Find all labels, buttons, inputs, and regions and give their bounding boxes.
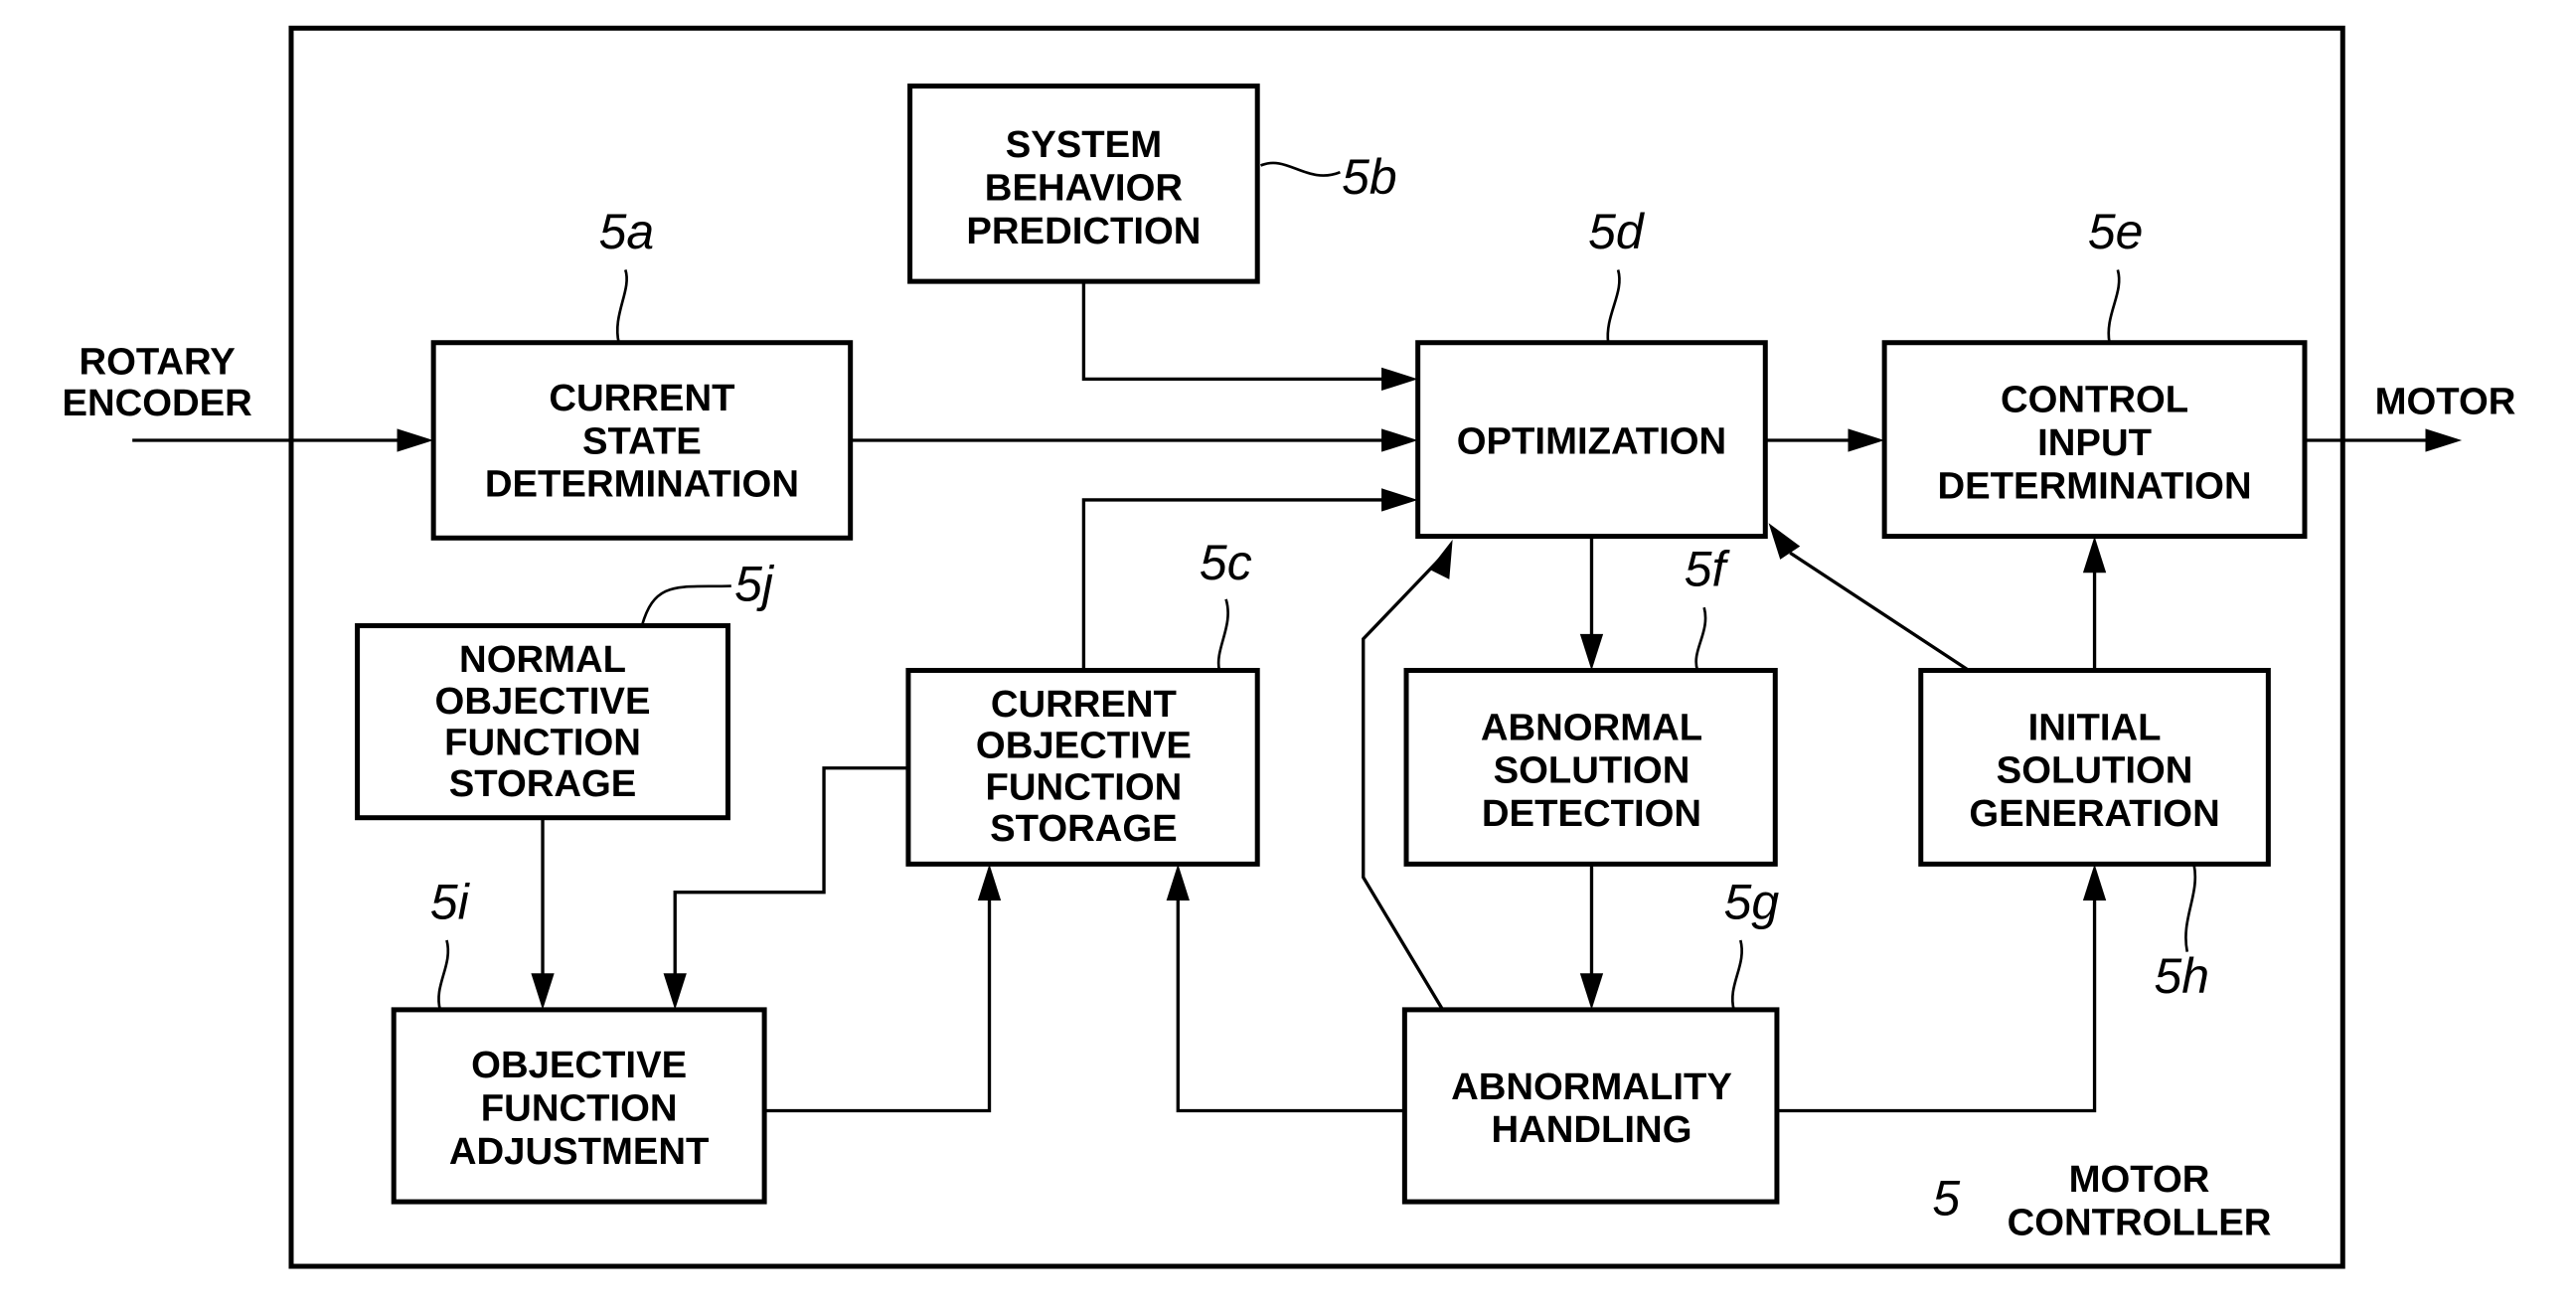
ref-5d: 5d: [1588, 204, 1646, 343]
ref-5b: 5b: [1259, 149, 1397, 205]
ref-5g: 5g: [1724, 874, 1780, 1011]
block-control-input-determination: CONTROL INPUT DETERMINATION: [1881, 340, 2308, 540]
ref-5i: 5i: [430, 874, 471, 1011]
block-label: CURRENT: [991, 683, 1177, 726]
ref-5h: 5h: [2154, 864, 2209, 1004]
connector-encoder-to-state: [132, 428, 434, 452]
output-motor-label: MOTOR: [2375, 380, 2516, 422]
connector-control-to-motor: [2304, 428, 2463, 452]
svg-text:MOTOR: MOTOR: [2069, 1158, 2210, 1201]
block-label: OBJECTIVE: [976, 725, 1192, 767]
container-ref-number: 5: [1932, 1170, 1960, 1226]
connector-handling-to-generation: [1776, 864, 2107, 1113]
block-label: ADJUSTMENT: [449, 1130, 710, 1173]
block-label: SOLUTION: [1997, 749, 2193, 792]
ref-5f: 5f: [1685, 542, 1731, 671]
block-current-state-determination: CURRENT STATE DETERMINATION: [430, 340, 854, 541]
svg-text:5i: 5i: [430, 874, 471, 929]
svg-text:5b: 5b: [1342, 149, 1397, 205]
block-label: STATE: [582, 419, 702, 462]
block-system-behavior-prediction: SYSTEM BEHAVIOR PREDICTION: [907, 83, 1260, 284]
svg-text:ROTARY: ROTARY: [79, 340, 235, 383]
svg-text:5g: 5g: [1724, 874, 1780, 929]
ref-5e: 5e: [2088, 204, 2144, 343]
block-label: CONTROL: [2001, 379, 2188, 421]
input-rotary-encoder-label: ROTARY ENCODER: [62, 340, 251, 424]
block-label: DETECTION: [1482, 792, 1701, 835]
svg-text:5j: 5j: [734, 557, 775, 612]
container-label: 5 MOTOR CONTROLLER: [1932, 1158, 2271, 1243]
block-label: INITIAL: [2028, 706, 2162, 748]
ref-5a: 5a: [599, 204, 655, 344]
svg-text:ENCODER: ENCODER: [62, 382, 251, 424]
block-objective-function-adjustment: OBJECTIVE FUNCTION ADJUSTMENT: [391, 1007, 767, 1205]
block-label: INPUT: [2037, 421, 2152, 464]
svg-text:5d: 5d: [1588, 204, 1646, 259]
connector-prediction-to-optimization: [1081, 281, 1418, 392]
block-optimization: OPTIMIZATION: [1415, 340, 1768, 540]
connector-state-to-optimization: [850, 428, 1418, 452]
block-label: HANDLING: [1491, 1108, 1691, 1151]
motor-controller-block-diagram: CURRENT STATE DETERMINATION SYSTEM BEHAV…: [62, 25, 2516, 1269]
block-normal-objective-function-storage: NORMAL OBJECTIVE FUNCTION STORAGE: [355, 623, 730, 821]
svg-text:5e: 5e: [2088, 204, 2144, 259]
block-label: STORAGE: [990, 807, 1178, 850]
block-label: OPTIMIZATION: [1457, 419, 1726, 462]
connector-optimization-to-control: [1765, 428, 1885, 452]
svg-text:5c: 5c: [1200, 535, 1252, 590]
block-label: FUNCTION: [986, 765, 1183, 808]
ref-5c: 5c: [1200, 535, 1252, 671]
block-abnormal-solution-detection: ABNORMAL SOLUTION DETECTION: [1403, 667, 1778, 867]
connector-generation-to-optimization: [1768, 523, 1970, 672]
connector-normal-storage-to-adjustment: [531, 817, 555, 1010]
block-label: OBJECTIVE: [471, 1044, 687, 1086]
block-label: DETERMINATION: [1938, 464, 2252, 507]
ref-5j: 5j: [640, 557, 775, 626]
block-label: FUNCTION: [481, 1086, 678, 1129]
block-label: NORMAL: [459, 638, 626, 681]
block-current-objective-function-storage: CURRENT OBJECTIVE FUNCTION STORAGE: [905, 667, 1260, 867]
block-label: ABNORMAL: [1481, 706, 1702, 748]
block-label: DETERMINATION: [485, 463, 799, 506]
block-label: GENERATION: [1969, 792, 2219, 835]
svg-text:5a: 5a: [599, 204, 655, 259]
svg-text:5h: 5h: [2154, 948, 2209, 1004]
connector-generation-to-control: [2082, 536, 2107, 671]
block-label: SOLUTION: [1494, 749, 1690, 792]
block-label: STORAGE: [449, 762, 637, 805]
connector-detection-to-handling: [1579, 864, 1604, 1010]
block-label: OBJECTIVE: [435, 680, 651, 723]
block-label: CURRENT: [549, 377, 734, 419]
connector-handling-to-current-storage: [1166, 864, 1405, 1113]
block-label: PREDICTION: [966, 210, 1201, 252]
svg-text:CONTROLLER: CONTROLLER: [2008, 1201, 2272, 1243]
svg-text:5f: 5f: [1685, 542, 1731, 597]
block-label: SYSTEM: [1006, 123, 1162, 166]
block-label: ABNORMALITY: [1451, 1065, 1732, 1108]
connector-adjustment-to-current-storage: [764, 864, 1002, 1113]
block-abnormality-handling: ABNORMALITY HANDLING: [1401, 1007, 1780, 1205]
block-initial-solution-generation: INITIAL SOLUTION GENERATION: [1918, 667, 2271, 867]
block-label: BEHAVIOR: [985, 167, 1183, 210]
block-label: FUNCTION: [444, 721, 641, 763]
connector-optimization-to-detection: [1579, 536, 1604, 671]
